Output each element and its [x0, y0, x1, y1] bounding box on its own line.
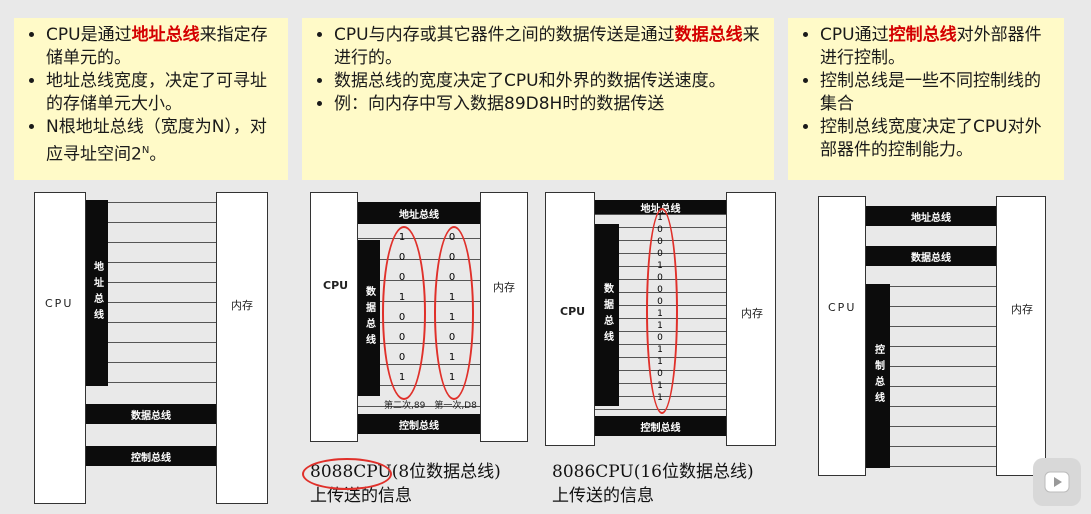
cpu-block: CPU — [34, 192, 86, 504]
panel-bullet: 例：向内存中写入数据89D8H时的数据传送 — [334, 93, 764, 116]
memory-label: 内存 — [741, 307, 763, 320]
memory-block: 内存 — [726, 192, 776, 446]
caption-8086: 8086CPU(16位数据总线) 上传送的信息 — [552, 460, 754, 508]
cpu-label: CPU — [828, 301, 857, 314]
control-bus-panel: CPU通过控制总线对外部器件进行控制。 控制总线是一些不同控制线的集合 控制总线… — [788, 18, 1064, 180]
memory-label: 内存 — [231, 299, 253, 312]
caption-line: 上传送的信息 — [552, 486, 654, 506]
transfer-note: 第二次,89 第一次,D8 — [384, 401, 477, 411]
memory-block: 内存 — [996, 196, 1046, 476]
data-bus-bar: 数据总线 — [595, 224, 619, 406]
data-bus-bar: 数据总线 — [358, 240, 380, 396]
play-icon — [1044, 471, 1070, 493]
memory-block: 内存 — [216, 192, 268, 504]
address-bus-bar: 地址总线 — [358, 202, 480, 224]
video-player-button[interactable] — [1033, 458, 1081, 506]
cpu-block: CPU — [545, 192, 595, 446]
panel-bullet: CPU通过控制总线对外部器件进行控制。 — [820, 24, 1054, 70]
memory-block: 内存 — [480, 192, 528, 442]
annotation-circle — [302, 458, 392, 490]
panel-bullet: 控制总线是一些不同控制线的集合 — [820, 70, 1054, 116]
cpu-label: CPU — [560, 305, 586, 318]
address-bus-bar: 地址总线 — [866, 206, 996, 226]
data-bus-bar: 数据总线 — [86, 404, 216, 424]
annotation-circle — [382, 226, 426, 400]
address-bus-bar: 地址总线 — [86, 200, 108, 386]
address-bus-panel: CPU是通过地址总线来指定存储单元的。 地址总线宽度，决定了可寻址的存储单元大小… — [14, 18, 288, 180]
control-bus-bar: 控制总线 — [358, 414, 480, 434]
memory-label: 内存 — [493, 281, 515, 294]
cpu-label: CPU — [45, 297, 74, 310]
panel-bullet: 地址总线宽度，决定了可寻址的存储单元大小。 — [46, 70, 278, 116]
panel-bullet: N根地址总线（宽度为N），对应寻址空间2N。 — [46, 116, 278, 167]
control-bus-bar: 控制总线 — [86, 446, 216, 466]
data-bus-bar: 数据总线 — [866, 246, 996, 266]
cpu-block: CPU — [818, 196, 866, 476]
memory-label: 内存 — [1011, 303, 1033, 316]
cpu-block: CPU — [310, 192, 358, 442]
caption-line: 8086CPU(16位数据总线) — [552, 462, 754, 482]
annotation-circle — [434, 226, 474, 400]
cpu-label: CPU — [323, 279, 349, 292]
control-bus-bar: 控制总线 — [595, 416, 726, 436]
panel-bullet: 数据总线的宽度决定了CPU和外界的数据传送速度。 — [334, 70, 764, 93]
annotation-circle — [646, 208, 678, 414]
control-bus-bar: 控制总线 — [866, 284, 890, 468]
panel-bullet: 控制总线宽度决定了CPU对外部器件的控制能力。 — [820, 116, 1054, 162]
panel-bullet: CPU与内存或其它器件之间的数据传送是通过数据总线来进行的。 — [334, 24, 764, 70]
data-bus-panel: CPU与内存或其它器件之间的数据传送是通过数据总线来进行的。 数据总线的宽度决定… — [302, 18, 774, 180]
panel-bullet: CPU是通过地址总线来指定存储单元的。 — [46, 24, 278, 70]
